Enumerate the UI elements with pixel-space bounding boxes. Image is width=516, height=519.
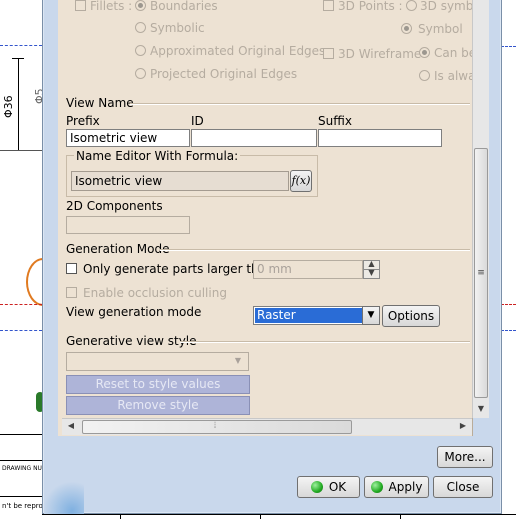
min-size-spinner[interactable]: ▲ ▼ <box>363 259 380 280</box>
ok-button[interactable]: OK <box>297 476 360 498</box>
view-style-section-title: Generative view style <box>66 334 197 348</box>
symbolic-label: Symbolic <box>150 21 205 35</box>
occlusion-label: Enable occlusion culling <box>83 286 227 300</box>
vertical-scrollbar[interactable]: ≡ ▼ <box>472 0 489 418</box>
horizontal-scrollbar[interactable]: ◀ ⦙ ▶ <box>62 418 472 435</box>
approx-edges-label: Approximated Original Edges <box>150 44 326 58</box>
remove-style-button[interactable]: Remove style <box>66 396 250 415</box>
app-watermark <box>44 480 84 514</box>
components-2d-input[interactable] <box>66 216 190 234</box>
symbol-3d-radio[interactable] <box>406 0 417 11</box>
formula-button[interactable]: f(x) <box>290 170 312 192</box>
suffix-input[interactable] <box>318 129 442 147</box>
apply-label: Apply <box>388 480 423 494</box>
occlusion-checkbox[interactable] <box>66 287 77 298</box>
only-larger-checkbox[interactable] <box>66 263 77 274</box>
generation-mode-value: Raster <box>255 308 364 323</box>
chevron-down-icon[interactable]: ▼ <box>231 354 245 368</box>
view-generation-mode-label: View generation mode <box>66 305 202 319</box>
prefix-label: Prefix <box>66 114 100 128</box>
fillets-checkbox[interactable] <box>75 0 86 11</box>
options-button[interactable]: Options <box>382 305 440 327</box>
boundaries-radio[interactable] <box>135 0 146 11</box>
name-editor-label: Name Editor With Formula: <box>74 149 241 163</box>
scroll-left-icon[interactable]: ◀ <box>64 419 78 433</box>
more-button[interactable]: More... <box>437 446 493 468</box>
symbol-3d-label: 3D symbo <box>420 0 472 13</box>
suffix-label: Suffix <box>318 114 352 128</box>
points-3d-checkbox[interactable] <box>323 0 334 11</box>
boundaries-label: Boundaries <box>150 0 218 13</box>
can-be-label: Can be <box>434 46 472 60</box>
generation-mode-section-title: Generation Mode <box>66 242 170 256</box>
points-3d-label: 3D Points : <box>338 0 403 13</box>
can-be-radio[interactable] <box>419 47 430 58</box>
projected-edges-label: Projected Original Edges <box>150 67 298 81</box>
spin-down-icon[interactable]: ▼ <box>364 266 379 280</box>
ok-label: OK <box>328 480 347 494</box>
ok-icon <box>310 481 323 493</box>
grip-icon: ⦙ <box>213 421 217 431</box>
generation-mode-select[interactable]: Raster ▼ <box>253 306 380 325</box>
scroll-down-icon[interactable]: ▼ <box>474 402 488 416</box>
reproduce-note: n't be reprod <box>2 502 48 510</box>
prefix-input[interactable]: Isometric view <box>66 129 190 147</box>
wireframe-3d-label: 3D Wireframe <box>338 47 422 61</box>
id-label: ID <box>191 114 204 128</box>
close-button[interactable]: Close <box>433 476 493 498</box>
approx-edges-radio[interactable] <box>135 45 146 56</box>
symbol-label: Symbol <box>418 22 463 36</box>
reset-style-button[interactable]: Reset to style values <box>66 375 250 394</box>
scroll-right-icon[interactable]: ▶ <box>456 419 470 433</box>
only-larger-label: Only generate parts larger than <box>83 262 274 276</box>
apply-icon <box>370 481 383 493</box>
dimension-label: Φ36 <box>2 95 15 118</box>
wireframe-3d-checkbox[interactable] <box>323 48 334 59</box>
is-always-label: Is alway <box>434 69 472 83</box>
grip-icon: ≡ <box>477 268 485 278</box>
symbolic-radio[interactable] <box>135 22 146 33</box>
projected-edges-radio[interactable] <box>135 68 146 79</box>
components-2d-label: 2D Components <box>66 199 163 213</box>
apply-button[interactable]: Apply <box>364 476 429 498</box>
view-style-select[interactable]: ▼ <box>66 352 249 371</box>
name-formula-input[interactable]: Isometric view <box>71 171 289 191</box>
view-name-section-title: View Name <box>66 96 134 110</box>
min-size-input[interactable]: 0 mm <box>253 260 363 279</box>
id-input[interactable] <box>191 129 317 147</box>
is-always-radio[interactable] <box>419 70 430 81</box>
chevron-down-icon[interactable]: ▼ <box>362 306 380 325</box>
fillets-label: Fillets : <box>90 0 133 13</box>
symbol-radio[interactable] <box>401 23 412 34</box>
